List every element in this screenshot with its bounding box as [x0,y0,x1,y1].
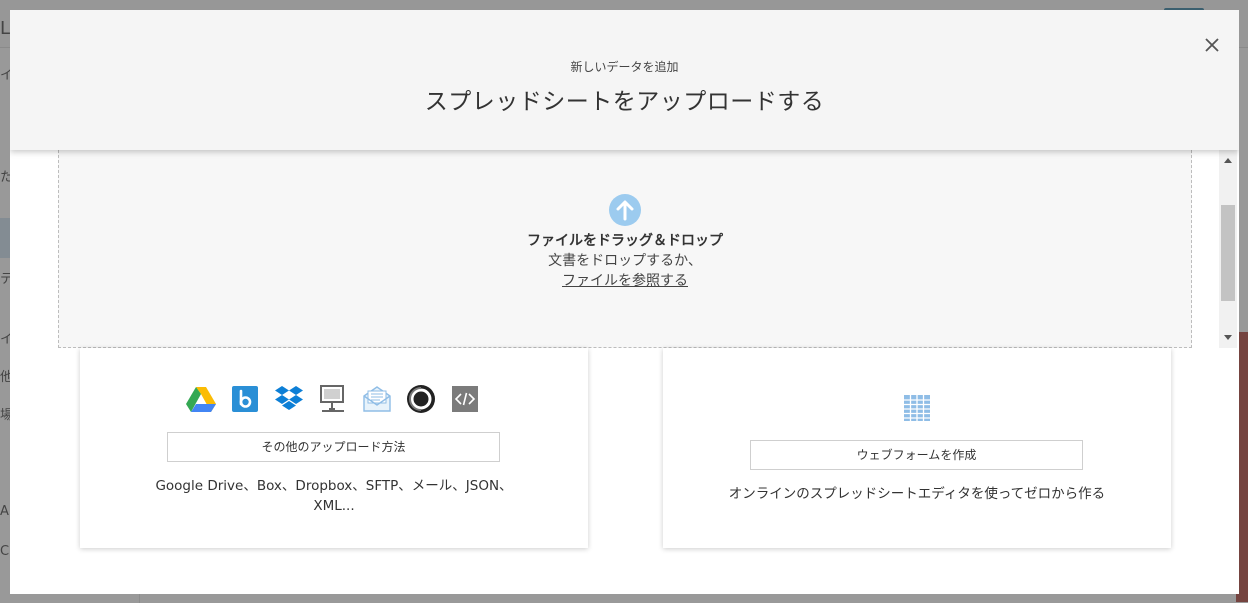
create-webform-button[interactable]: ウェブフォームを作成 [750,440,1083,470]
webform-card[interactable]: ウェブフォームを作成 オンラインのスプレッドシートエディタを使ってゼロから作る [663,348,1171,548]
drop-instruction: 文書をドロップするか、 [548,253,702,269]
drag-drop-heading: ファイルをドラッグ＆ドロップ [527,233,723,249]
other-upload-methods-button[interactable]: その他のアップロード方法 [167,432,500,462]
json-icon[interactable] [406,384,436,414]
email-icon[interactable] [362,384,392,414]
browse-files-link-wrapper: ファイルを参照する [59,270,1191,290]
xml-code-icon[interactable] [450,384,480,414]
scrollbar-thumb[interactable] [1221,205,1235,301]
webform-description: オンラインのスプレッドシートエディタを使ってゼロから作る [728,486,1106,502]
close-icon[interactable] [1203,36,1221,54]
scroll-down-arrow-icon[interactable] [1223,334,1233,342]
scrollbar[interactable] [1219,150,1237,348]
modal-title: スプレッドシートをアップロードする [424,89,825,115]
google-drive-icon[interactable] [186,384,216,414]
upload-arrow-icon [609,194,641,226]
upload-methods-description: Google Drive、Box、Dropbox、SFTP、メール、JSON、X… [155,478,513,514]
browse-files-link[interactable]: ファイルを参照する [562,273,688,289]
network-server-icon[interactable] [318,384,348,414]
box-icon[interactable] [230,384,260,414]
modal-subtitle: 新しいデータを追加 [570,60,679,74]
upload-modal: 新しいデータを追加 スプレッドシートをアップロードする ファイルをドラッグ＆ドロ… [10,10,1239,594]
scroll-up-arrow-icon[interactable] [1223,156,1233,164]
upload-services-icons [186,384,480,414]
upload-methods-card[interactable]: その他のアップロード方法 Google Drive、Box、Dropbox、SF… [80,348,588,548]
table-icon [903,394,931,422]
modal-header: 新しいデータを追加 スプレッドシートをアップロードする [10,10,1239,150]
dropbox-icon[interactable] [274,384,304,414]
